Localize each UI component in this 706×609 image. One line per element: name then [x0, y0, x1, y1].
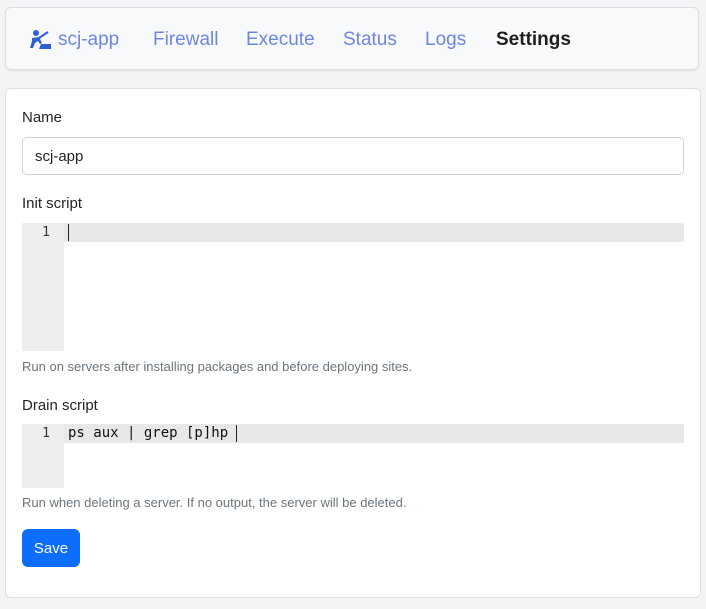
save-button[interactable]: Save: [22, 529, 80, 567]
drain-script-help: Run when deleting a server. If no output…: [22, 495, 407, 510]
nav-status[interactable]: Status: [343, 28, 397, 52]
init-line-number: 1: [42, 225, 50, 240]
init-script-editor[interactable]: 1: [22, 223, 684, 351]
drain-script-label: Drain script: [22, 397, 98, 414]
init-script-gutter: [22, 223, 64, 351]
nav-settings[interactable]: Settings: [496, 28, 571, 52]
name-label: Name: [22, 109, 63, 126]
drain-script-editor[interactable]: 1 ps aux | grep [p]hp: [22, 424, 684, 488]
drain-code-text: ps aux | grep [p]hp: [68, 425, 229, 441]
init-cursor: [68, 224, 69, 241]
brand-label: scj-app: [58, 29, 120, 50]
name-input[interactable]: [22, 137, 684, 175]
drain-line-number: 1: [42, 426, 50, 441]
nav-execute[interactable]: Execute: [246, 28, 315, 52]
drain-cursor: [236, 425, 237, 442]
digger-icon: [28, 29, 52, 51]
settings-card: Name Init script 1 Run on servers after …: [5, 88, 701, 598]
init-script-help: Run on servers after installing packages…: [22, 359, 413, 374]
nav-logs[interactable]: Logs: [425, 28, 466, 52]
brand-link[interactable]: scj-app: [28, 28, 119, 52]
nav-firewall[interactable]: Firewall: [153, 28, 218, 52]
navbar: scj-app Firewall Execute Status Logs Set…: [5, 7, 699, 70]
init-script-label: Init script: [22, 195, 83, 212]
init-active-line: [64, 223, 684, 242]
